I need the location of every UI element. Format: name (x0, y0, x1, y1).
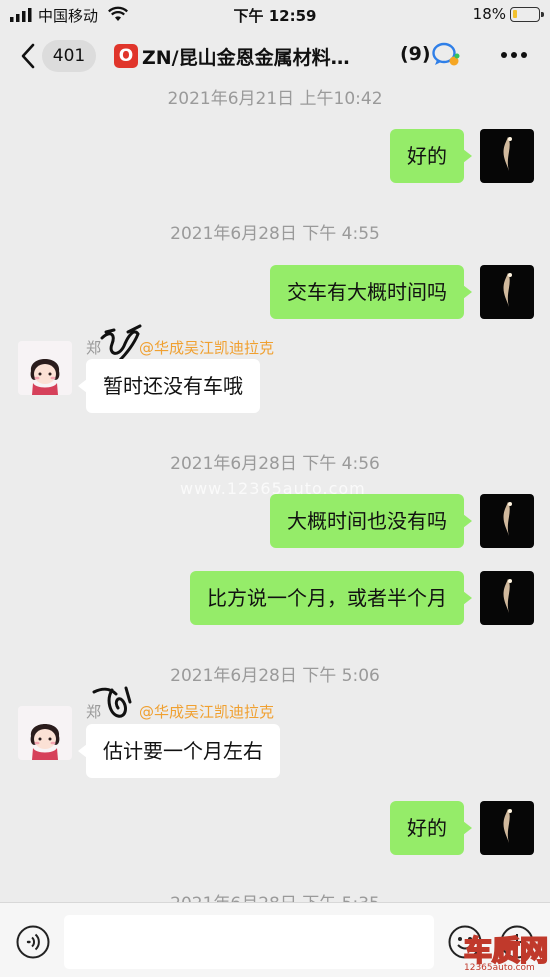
self-avatar[interactable] (480, 265, 534, 319)
avatar-image (18, 706, 72, 760)
unread-count-badge[interactable]: 401 (42, 40, 96, 72)
chat-header: 401 O ZN/昆山金恩金属材料… (9) (0, 28, 550, 86)
avatar-image (503, 137, 512, 171)
outgoing-message[interactable]: 大概时间也没有吗 (270, 494, 472, 548)
contact-avatar[interactable] (18, 341, 72, 395)
outgoing-message[interactable]: 交车有大概时间吗 (270, 265, 472, 319)
red-o-icon: O (114, 44, 138, 68)
avatar-image (503, 809, 512, 843)
outgoing-message[interactable]: 好的 (390, 129, 472, 183)
battery-percent: 18% (472, 5, 506, 23)
self-avatar[interactable] (480, 494, 534, 548)
battery-fill (513, 10, 518, 18)
message-timestamp: 2021年6月28日 下午 5:06 (170, 666, 380, 686)
more-icon[interactable] (500, 50, 528, 60)
self-avatar[interactable] (480, 571, 534, 625)
avatar-image (18, 341, 72, 395)
outgoing-message[interactable]: 好的 (390, 801, 472, 855)
brand-url: 12365auto.com (464, 963, 535, 973)
redaction-scribble (92, 686, 132, 718)
message-timestamp: 2021年6月28日 下午 4:56 (170, 454, 380, 474)
member-count: (9) (400, 43, 431, 65)
outgoing-message[interactable]: 比方说一个月，或者半个月 (190, 571, 472, 625)
redaction-scribble (100, 324, 142, 362)
avatar-image (503, 579, 512, 613)
voice-icon[interactable] (16, 925, 50, 959)
self-avatar[interactable] (480, 801, 534, 855)
avatar-image (503, 273, 512, 307)
contact-avatar[interactable] (18, 706, 72, 760)
self-avatar[interactable] (480, 129, 534, 183)
incoming-message[interactable]: 估计要一个月左右 (78, 724, 280, 778)
clock: 下午 12:59 (233, 7, 317, 25)
avatar-image (503, 502, 512, 536)
message-timestamp: 2021年6月28日 下午 4:55 (170, 224, 380, 244)
status-bar: 中国移动 下午 12:59 18% (0, 0, 550, 28)
battery-icon (510, 7, 544, 22)
chat-title: ZN/昆山金恩金属材料… (142, 47, 350, 69)
message-input[interactable] (64, 915, 434, 969)
sender-mention: @华成吴江凯迪拉克 (139, 339, 275, 357)
back-chevron-icon[interactable] (18, 42, 38, 70)
sender-mention: @华成吴江凯迪拉克 (139, 703, 275, 721)
incoming-message[interactable]: 暂时还没有车哦 (78, 359, 260, 413)
group-chat-icon[interactable] (432, 42, 460, 68)
message-timestamp: 2021年6月21日 上午10:42 (167, 89, 383, 109)
